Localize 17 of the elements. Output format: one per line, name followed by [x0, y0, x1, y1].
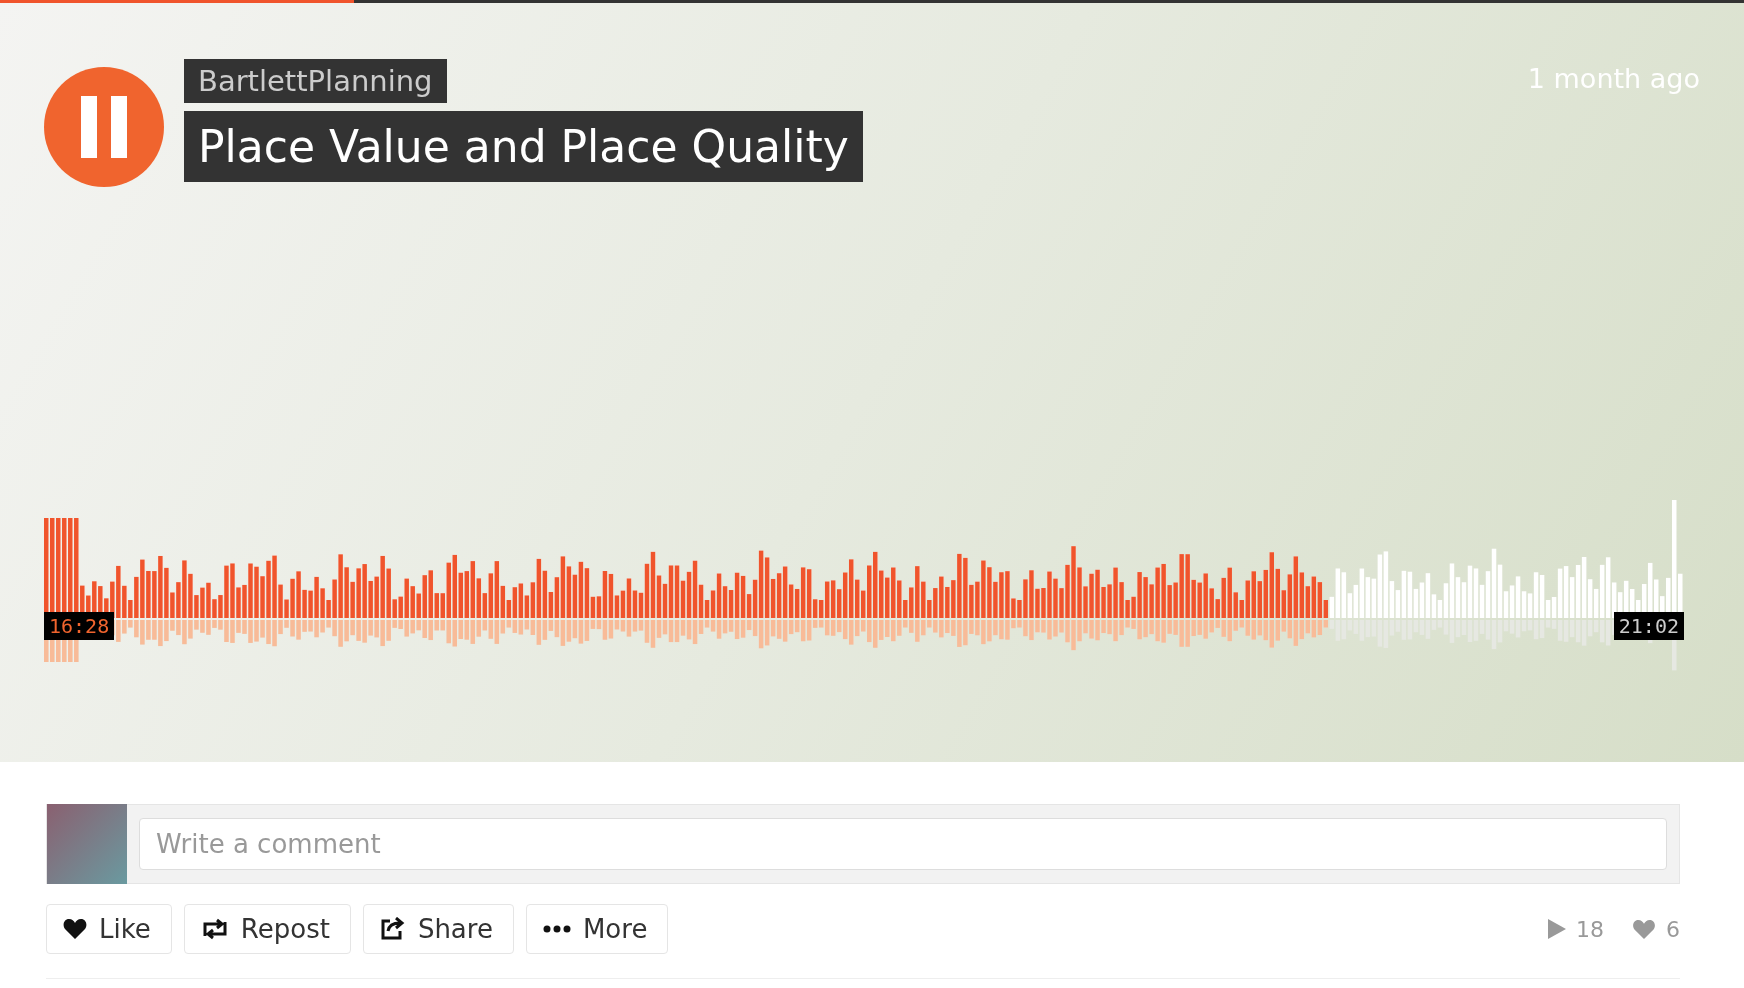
heart-icon	[63, 918, 87, 940]
share-icon	[379, 917, 406, 941]
likes-count: 6	[1666, 916, 1680, 942]
track-title[interactable]: Place Value and Place Quality	[184, 111, 863, 182]
uploader-name[interactable]: BartlettPlanning	[184, 59, 447, 103]
more-button[interactable]: More	[525, 904, 669, 954]
comment-field[interactable]: Write a comment	[139, 818, 1667, 870]
repost-button[interactable]: Repost	[183, 904, 351, 954]
share-button[interactable]: Share	[362, 904, 514, 954]
play-icon	[1548, 919, 1566, 939]
elapsed-time: 16:28	[44, 612, 115, 640]
more-icon	[542, 925, 571, 933]
like-button[interactable]: Like	[46, 904, 172, 954]
plays-count: 18	[1576, 916, 1604, 942]
waveform-drawing[interactable]: 16:28 21:02	[44, 500, 1684, 700]
duration: 21:02	[1613, 612, 1684, 640]
heart-icon	[1632, 918, 1656, 940]
